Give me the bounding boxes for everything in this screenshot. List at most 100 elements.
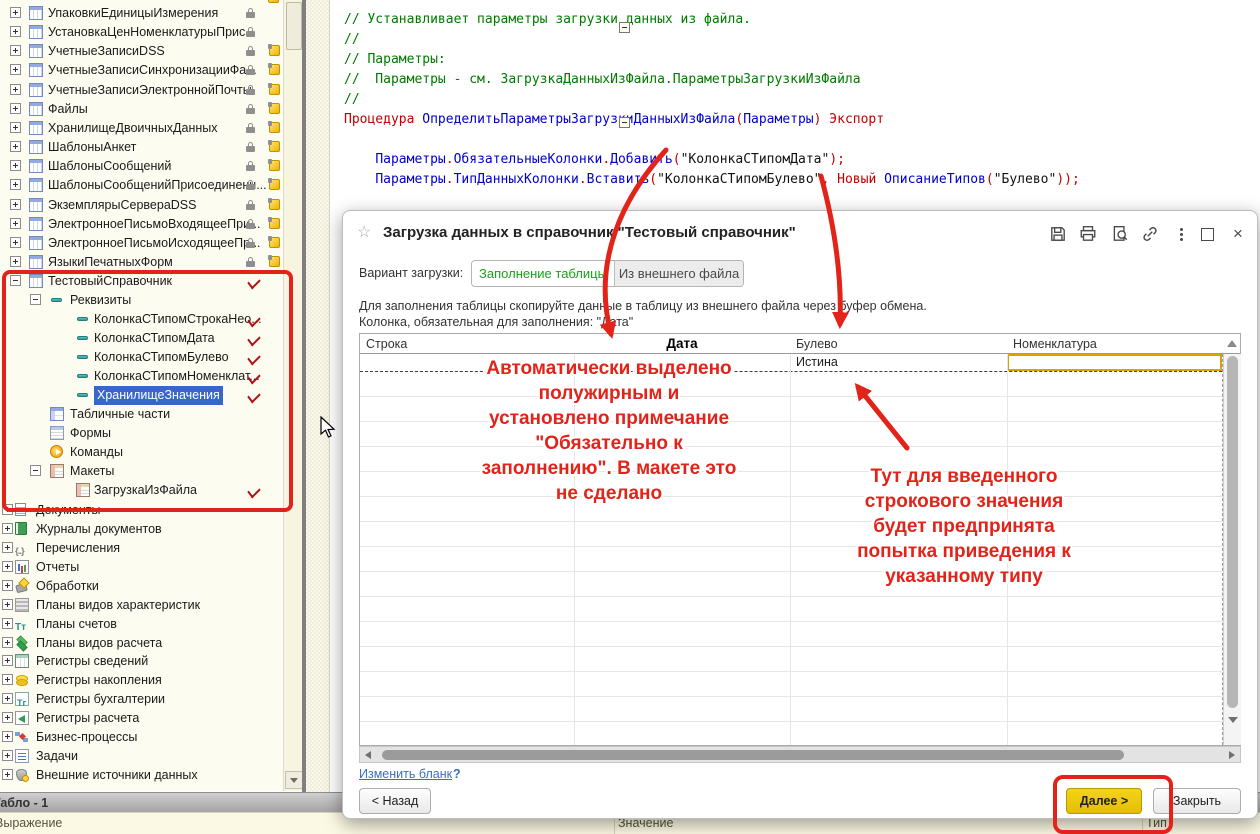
fold-minus-icon[interactable] bbox=[619, 22, 630, 33]
column-header[interactable]: Дата bbox=[574, 334, 790, 354]
yellow-object-icon bbox=[269, 160, 280, 171]
expander-icon[interactable] bbox=[10, 122, 21, 133]
scroll-right-icon[interactable] bbox=[1229, 751, 1235, 759]
expander-icon[interactable] bbox=[10, 84, 21, 95]
expander-icon[interactable] bbox=[2, 712, 13, 723]
tree-item[interactable]: Обработки bbox=[0, 577, 283, 596]
expander-icon[interactable] bbox=[10, 179, 21, 190]
expander-icon[interactable] bbox=[10, 64, 21, 75]
tree-item[interactable]: Регистры бухгалтерии bbox=[0, 690, 283, 709]
expander-icon[interactable] bbox=[10, 103, 21, 114]
external-data-sources-icon bbox=[15, 768, 29, 782]
maximize-icon[interactable] bbox=[1197, 225, 1219, 245]
expander-icon[interactable] bbox=[2, 769, 13, 780]
tree-item[interactable]: Регистры расчета bbox=[0, 709, 283, 728]
expander-icon[interactable] bbox=[2, 655, 13, 666]
tree-item[interactable]: Регистры сведений bbox=[0, 652, 283, 671]
tree-item[interactable]: Планы счетов bbox=[0, 615, 283, 634]
scroll-left-icon[interactable] bbox=[365, 751, 371, 759]
expander-icon[interactable] bbox=[2, 618, 13, 629]
expander-icon[interactable] bbox=[10, 237, 21, 248]
scrollbar-thumb[interactable] bbox=[382, 750, 1124, 760]
expander-icon[interactable] bbox=[10, 26, 21, 37]
tree-item[interactable]: Планы видов характеристик bbox=[0, 596, 283, 615]
tree-scrollbar-thumb[interactable] bbox=[286, 2, 302, 50]
back-button[interactable]: < Назад bbox=[359, 788, 431, 814]
table-vertical-scrollbar[interactable] bbox=[1223, 354, 1241, 745]
help-link[interactable]: ? bbox=[453, 767, 461, 781]
tree-item[interactable]: УпаковкиЕдиницыИзмерения bbox=[0, 4, 283, 23]
expander-icon[interactable] bbox=[2, 731, 13, 742]
scroll-down-icon[interactable] bbox=[1225, 712, 1240, 728]
expander-icon[interactable] bbox=[10, 256, 21, 267]
tree-item[interactable]: ЭлектронноеПисьмоВходящееПри... bbox=[0, 215, 283, 234]
link-icon[interactable] bbox=[1139, 225, 1161, 245]
tree-item[interactable]: ШаблоныАнкет bbox=[0, 138, 283, 157]
table-cell-boolean[interactable]: Истина bbox=[796, 355, 838, 369]
tree-item-label: ЭлектронноеПисьмоВходящееПри... bbox=[48, 215, 260, 234]
tree-item[interactable]: Перечисления bbox=[0, 539, 283, 558]
expander-icon[interactable] bbox=[2, 580, 13, 591]
tree-item[interactable]: ЭкземплярыСервераDSS bbox=[0, 196, 283, 215]
expander-icon[interactable] bbox=[10, 7, 21, 18]
annotation-line: установлено примечание bbox=[459, 406, 759, 431]
edit-form-link[interactable]: Изменить бланк bbox=[359, 767, 452, 781]
tree-item[interactable]: Внешние источники данных bbox=[0, 766, 283, 785]
tree-item[interactable]: УстановкаЦенНоменклатурыПрис... bbox=[0, 23, 283, 42]
favorite-star-icon[interactable]: ☆ bbox=[357, 222, 371, 242]
tab-fill-table[interactable]: Заполнение таблицы bbox=[472, 261, 614, 286]
expander-icon[interactable] bbox=[2, 599, 13, 610]
expander-icon[interactable] bbox=[10, 218, 21, 229]
expander-icon[interactable] bbox=[2, 542, 13, 553]
tree-item[interactable]: ШаблоныСообщений bbox=[0, 157, 283, 176]
tree-item[interactable]: Бизнес-процессы bbox=[0, 728, 283, 747]
expander-icon[interactable] bbox=[2, 561, 13, 572]
tree-item-label: Регистры сведений bbox=[36, 652, 148, 671]
scroll-up-icon[interactable] bbox=[1227, 340, 1237, 347]
tree-item[interactable]: Отчеты bbox=[0, 558, 283, 577]
tree-item[interactable]: УчетныеЗаписиDSS bbox=[0, 42, 283, 61]
table-icon bbox=[29, 217, 43, 231]
tree-item[interactable]: ЭлектронноеПисьмоИсходящееПр... bbox=[0, 234, 283, 253]
expander-icon[interactable] bbox=[2, 637, 13, 648]
tree-item-label: Внешние источники данных bbox=[36, 766, 198, 785]
column-header[interactable]: Булево bbox=[790, 334, 1007, 354]
expander-icon[interactable] bbox=[10, 45, 21, 56]
print-icon[interactable] bbox=[1077, 225, 1099, 245]
tree-item[interactable]: УчетныеЗаписиЭлектроннойПочты bbox=[0, 81, 283, 100]
expander-icon[interactable] bbox=[10, 199, 21, 210]
expander-icon[interactable] bbox=[2, 750, 13, 761]
save-icon[interactable] bbox=[1047, 225, 1069, 245]
more-icon[interactable] bbox=[1171, 225, 1193, 245]
fold-minus-icon[interactable] bbox=[619, 117, 630, 128]
scrollbar-thumb[interactable] bbox=[1227, 356, 1238, 708]
column-header[interactable]: Строка bbox=[360, 334, 574, 354]
annotation-note-bold-column: Автоматически выделенополужирным иустано… bbox=[459, 356, 759, 506]
tree-item[interactable]: УчетныеЗаписиСинхронизацииФа... bbox=[0, 61, 283, 80]
close-icon[interactable]: × bbox=[1227, 225, 1249, 245]
tree-item[interactable]: Регистры накопления bbox=[0, 671, 283, 690]
expander-icon[interactable] bbox=[2, 523, 13, 534]
tree-item[interactable]: Планы видов расчета bbox=[0, 634, 283, 653]
expander-icon[interactable] bbox=[2, 674, 13, 685]
tree-item[interactable]: Файлы bbox=[0, 100, 283, 119]
tree-item[interactable]: ХранилищеДвоичныхДанных bbox=[0, 119, 283, 138]
yellow-object-icon bbox=[268, 0, 279, 3]
expander-icon[interactable] bbox=[2, 693, 13, 704]
tree-item-label: Журналы документов bbox=[36, 520, 162, 539]
tab-external-file[interactable]: Из внешнего файла bbox=[614, 261, 743, 286]
expander-icon[interactable] bbox=[10, 160, 21, 171]
tree-scrollbar-down-arrow-icon[interactable] bbox=[285, 771, 303, 789]
table-icon bbox=[29, 198, 43, 212]
active-cell[interactable] bbox=[1007, 354, 1222, 371]
expander-icon[interactable] bbox=[10, 141, 21, 152]
description-line-1: Для заполнения таблицы скопируйте данные… bbox=[359, 299, 927, 313]
tree-item[interactable]: Задачи bbox=[0, 747, 283, 766]
preview-icon[interactable] bbox=[1109, 225, 1131, 245]
tree-item[interactable]: Журналы документов bbox=[0, 520, 283, 539]
column-header[interactable]: Номенклатура bbox=[1007, 334, 1222, 354]
tree-item-label: Планы счетов bbox=[36, 615, 117, 634]
tree-item-label: Планы видов расчета bbox=[36, 634, 162, 653]
table-horizontal-scrollbar[interactable] bbox=[359, 746, 1241, 763]
tree-item[interactable]: ШаблоныСообщенийПрисоединенн... bbox=[0, 176, 283, 195]
